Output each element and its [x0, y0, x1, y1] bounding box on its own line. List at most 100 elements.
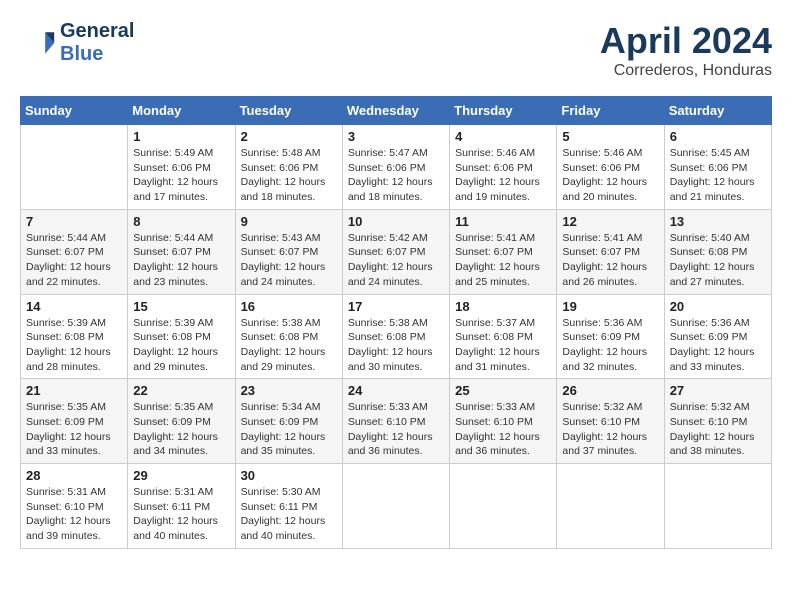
page-header: General Blue April 2024 Correderos, Hond…	[20, 20, 772, 80]
day-info: Sunrise: 5:45 AM Sunset: 6:06 PM Dayligh…	[670, 146, 766, 205]
day-number: 10	[348, 214, 444, 229]
table-row: 24 Sunrise: 5:33 AM Sunset: 6:10 PM Dayli…	[342, 379, 449, 464]
day-number: 6	[670, 129, 766, 144]
table-row	[342, 464, 449, 549]
day-info: Sunrise: 5:43 AM Sunset: 6:07 PM Dayligh…	[241, 231, 337, 290]
table-row: 25Sunrise: 5:33 AM Sunset: 6:10 PM Dayli…	[450, 379, 557, 464]
day-number: 24	[348, 383, 444, 398]
table-row: 2 Sunrise: 5:48 AM Sunset: 6:06 PM Daylig…	[235, 125, 342, 210]
day-info: Sunrise: 5:32 AM Sunset: 6:10 PM Dayligh…	[562, 400, 658, 459]
header-tuesday: Tuesday	[235, 97, 342, 125]
day-number: 2	[241, 129, 337, 144]
day-info: Sunrise: 5:44 AM Sunset: 6:07 PM Dayligh…	[133, 231, 229, 290]
table-row: 26 Sunrise: 5:32 AM Sunset: 6:10 PM Dayli…	[557, 379, 664, 464]
logo-blue-text: Blue	[60, 43, 103, 65]
calendar-week-row: 7 Sunrise: 5:44 AM Sunset: 6:07 PM Daylig…	[21, 209, 772, 294]
day-info: Sunrise: 5:47 AM Sunset: 6:06 PM Dayligh…	[348, 146, 444, 205]
table-row: 17 Sunrise: 5:38 AM Sunset: 6:08 PM Dayli…	[342, 294, 449, 379]
logo-icon	[20, 25, 56, 61]
day-info: Sunrise: 5:48 AM Sunset: 6:06 PM Dayligh…	[241, 146, 337, 205]
day-number: 25	[455, 383, 551, 398]
calendar-week-row: 28 Sunrise: 5:31 AM Sunset: 6:10 PM Dayli…	[21, 464, 772, 549]
table-row: 10Sunrise: 5:42 AM Sunset: 6:07 PM Dayli…	[342, 209, 449, 294]
table-row: 8 Sunrise: 5:44 AM Sunset: 6:07 PM Daylig…	[128, 209, 235, 294]
table-row: 22Sunrise: 5:35 AM Sunset: 6:09 PM Dayli…	[128, 379, 235, 464]
table-row: 1Sunrise: 5:49 AM Sunset: 6:06 PM Daylig…	[128, 125, 235, 210]
table-row: 30 Sunrise: 5:30 AM Sunset: 6:11 PM Dayli…	[235, 464, 342, 549]
table-row: 21 Sunrise: 5:35 AM Sunset: 6:09 PM Dayli…	[21, 379, 128, 464]
day-number: 27	[670, 383, 766, 398]
table-row: 9 Sunrise: 5:43 AM Sunset: 6:07 PM Daylig…	[235, 209, 342, 294]
day-number: 17	[348, 299, 444, 314]
day-info: Sunrise: 5:34 AM Sunset: 6:09 PM Dayligh…	[241, 400, 337, 459]
title-block: April 2024 Correderos, Honduras	[600, 20, 772, 80]
day-number: 30	[241, 468, 337, 483]
table-row: 15 Sunrise: 5:39 AM Sunset: 6:08 PM Dayli…	[128, 294, 235, 379]
day-info: Sunrise: 5:46 AM Sunset: 6:06 PM Dayligh…	[562, 146, 658, 205]
month-title: April 2024	[600, 20, 772, 62]
day-info: Sunrise: 5:49 AM Sunset: 6:06 PM Dayligh…	[133, 146, 229, 205]
calendar-week-row: 21 Sunrise: 5:35 AM Sunset: 6:09 PM Dayli…	[21, 379, 772, 464]
day-info: Sunrise: 5:39 AM Sunset: 6:08 PM Dayligh…	[26, 316, 122, 375]
day-number: 16	[241, 299, 337, 314]
day-info: Sunrise: 5:38 AM Sunset: 6:08 PM Dayligh…	[348, 316, 444, 375]
table-row: 27Sunrise: 5:32 AM Sunset: 6:10 PM Dayli…	[664, 379, 771, 464]
logo: General Blue	[20, 20, 134, 66]
table-row	[21, 125, 128, 210]
table-row: 16 Sunrise: 5:38 AM Sunset: 6:08 PM Dayli…	[235, 294, 342, 379]
calendar-table: Sunday Monday Tuesday Wednesday Thursday…	[20, 96, 772, 549]
day-info: Sunrise: 5:31 AM Sunset: 6:11 PM Dayligh…	[133, 485, 229, 544]
day-number: 3	[348, 129, 444, 144]
day-info: Sunrise: 5:41 AM Sunset: 6:07 PM Dayligh…	[562, 231, 658, 290]
day-number: 11	[455, 214, 551, 229]
day-number: 8	[133, 214, 229, 229]
day-number: 15	[133, 299, 229, 314]
day-number: 20	[670, 299, 766, 314]
day-info: Sunrise: 5:44 AM Sunset: 6:07 PM Dayligh…	[26, 231, 122, 290]
table-row: 12Sunrise: 5:41 AM Sunset: 6:07 PM Dayli…	[557, 209, 664, 294]
day-info: Sunrise: 5:33 AM Sunset: 6:10 PM Dayligh…	[348, 400, 444, 459]
logo-general-text: General	[60, 20, 134, 42]
day-info: Sunrise: 5:35 AM Sunset: 6:09 PM Dayligh…	[26, 400, 122, 459]
table-row	[450, 464, 557, 549]
header-saturday: Saturday	[664, 97, 771, 125]
day-info: Sunrise: 5:30 AM Sunset: 6:11 PM Dayligh…	[241, 485, 337, 544]
day-number: 4	[455, 129, 551, 144]
day-info: Sunrise: 5:39 AM Sunset: 6:08 PM Dayligh…	[133, 316, 229, 375]
table-row: 14 Sunrise: 5:39 AM Sunset: 6:08 PM Dayli…	[21, 294, 128, 379]
day-number: 23	[241, 383, 337, 398]
calendar-week-row: 1Sunrise: 5:49 AM Sunset: 6:06 PM Daylig…	[21, 125, 772, 210]
header-wednesday: Wednesday	[342, 97, 449, 125]
day-number: 19	[562, 299, 658, 314]
table-row: 6 Sunrise: 5:45 AM Sunset: 6:06 PM Daylig…	[664, 125, 771, 210]
day-info: Sunrise: 5:40 AM Sunset: 6:08 PM Dayligh…	[670, 231, 766, 290]
day-info: Sunrise: 5:37 AM Sunset: 6:08 PM Dayligh…	[455, 316, 551, 375]
day-info: Sunrise: 5:31 AM Sunset: 6:10 PM Dayligh…	[26, 485, 122, 544]
header-thursday: Thursday	[450, 97, 557, 125]
day-info: Sunrise: 5:36 AM Sunset: 6:09 PM Dayligh…	[670, 316, 766, 375]
day-number: 18	[455, 299, 551, 314]
day-number: 28	[26, 468, 122, 483]
day-info: Sunrise: 5:41 AM Sunset: 6:07 PM Dayligh…	[455, 231, 551, 290]
day-number: 9	[241, 214, 337, 229]
table-row: 19 Sunrise: 5:36 AM Sunset: 6:09 PM Dayli…	[557, 294, 664, 379]
table-row: 23 Sunrise: 5:34 AM Sunset: 6:09 PM Dayli…	[235, 379, 342, 464]
day-number: 26	[562, 383, 658, 398]
day-number: 14	[26, 299, 122, 314]
header-sunday: Sunday	[21, 97, 128, 125]
day-info: Sunrise: 5:38 AM Sunset: 6:08 PM Dayligh…	[241, 316, 337, 375]
day-number: 7	[26, 214, 122, 229]
table-row: 29 Sunrise: 5:31 AM Sunset: 6:11 PM Dayli…	[128, 464, 235, 549]
day-number: 22	[133, 383, 229, 398]
day-number: 21	[26, 383, 122, 398]
table-row: 18 Sunrise: 5:37 AM Sunset: 6:08 PM Dayli…	[450, 294, 557, 379]
day-number: 5	[562, 129, 658, 144]
day-number: 29	[133, 468, 229, 483]
calendar-header-row: Sunday Monday Tuesday Wednesday Thursday…	[21, 97, 772, 125]
table-row: 11 Sunrise: 5:41 AM Sunset: 6:07 PM Dayli…	[450, 209, 557, 294]
day-info: Sunrise: 5:36 AM Sunset: 6:09 PM Dayligh…	[562, 316, 658, 375]
day-info: Sunrise: 5:46 AM Sunset: 6:06 PM Dayligh…	[455, 146, 551, 205]
table-row: 7 Sunrise: 5:44 AM Sunset: 6:07 PM Daylig…	[21, 209, 128, 294]
table-row: 28 Sunrise: 5:31 AM Sunset: 6:10 PM Dayli…	[21, 464, 128, 549]
table-row: 4 Sunrise: 5:46 AM Sunset: 6:06 PM Daylig…	[450, 125, 557, 210]
